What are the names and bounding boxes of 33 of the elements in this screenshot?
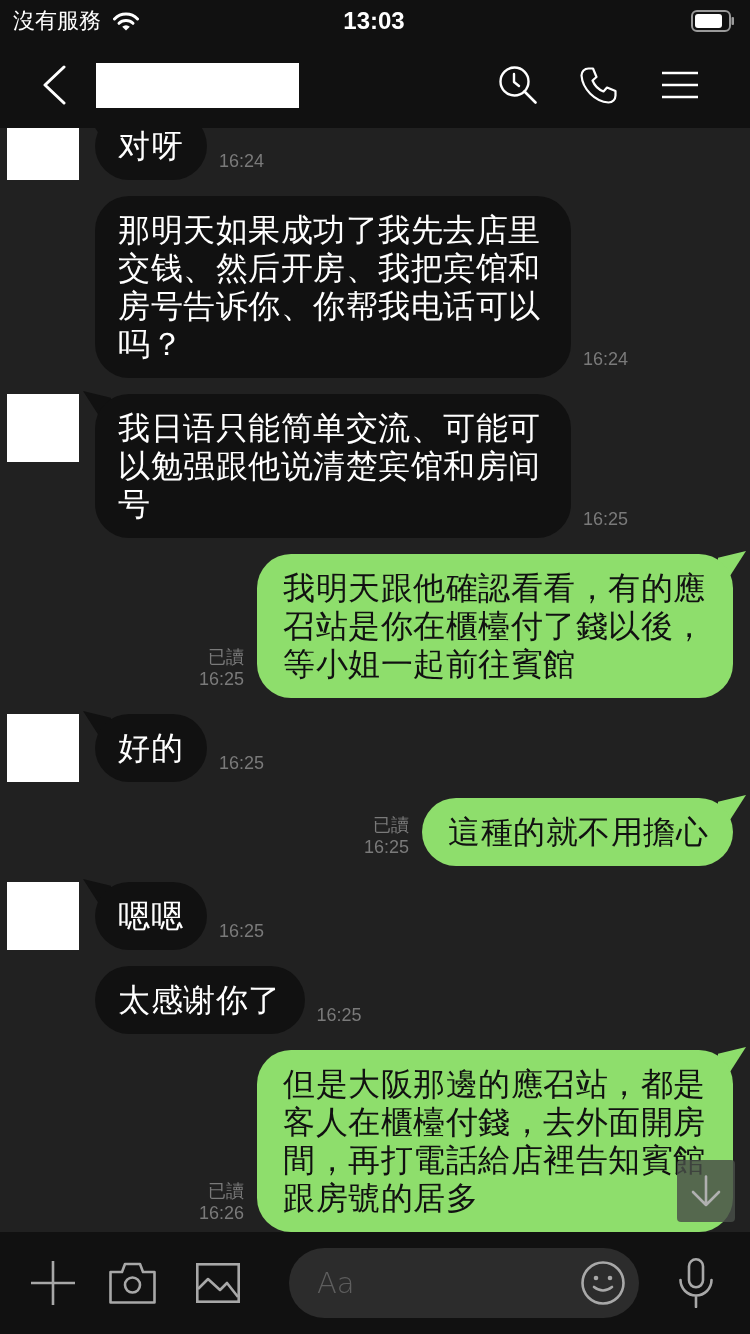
read-label: 已讀 [208, 1180, 244, 1202]
message-bubble: 那明天如果成功了我先去店里交钱、然后开房、我把宾馆和房号告诉你、你帮我电话可以吗？ [95, 196, 571, 378]
message-time: 16:25 [198, 668, 244, 690]
read-label: 已讀 [208, 646, 244, 668]
back-icon[interactable] [41, 65, 67, 105]
message-bubble: 這種的就不用擔心 [422, 795, 746, 866]
message-bubble: 我日语只能简单交流、可能可以勉强跟他说清楚宾馆和房间号 [83, 391, 571, 538]
message-time: 16:25 [316, 1004, 362, 1026]
message-bubble: 太感谢你了 [95, 966, 305, 1034]
carrier-label: 沒有服務 [13, 8, 101, 34]
smiley-icon[interactable] [581, 1261, 625, 1305]
message-time: 16:25 [219, 752, 265, 774]
battery-icon [691, 10, 735, 32]
message-time: 16:24 [583, 348, 629, 370]
message-time: 16:26 [198, 1202, 244, 1224]
message-bubble: 嗯嗯 [83, 879, 207, 950]
clock-search-icon[interactable] [499, 66, 537, 104]
microphone-icon[interactable] [679, 1258, 713, 1308]
message-bubble: 我明天跟他確認看看，有的應召站是你在櫃檯付了錢以後，等小姐一起前往賓館 [257, 551, 746, 698]
message-time: 16:25 [583, 508, 629, 530]
menu-icon[interactable] [662, 71, 698, 99]
down-arrow-icon [691, 1175, 721, 1207]
plus-icon[interactable] [30, 1260, 76, 1306]
message-time: 16:25 [363, 836, 409, 858]
message-time: 16:24 [219, 150, 265, 172]
image-icon[interactable] [196, 1263, 240, 1303]
phone-icon[interactable] [580, 66, 617, 104]
read-label: 已讀 [373, 814, 409, 836]
camera-icon[interactable] [109, 1262, 156, 1304]
status-time: 13:03 [343, 7, 405, 35]
message-bubble: 好的 [83, 711, 207, 782]
wifi-icon [113, 11, 139, 31]
message-time: 16:25 [219, 920, 265, 942]
